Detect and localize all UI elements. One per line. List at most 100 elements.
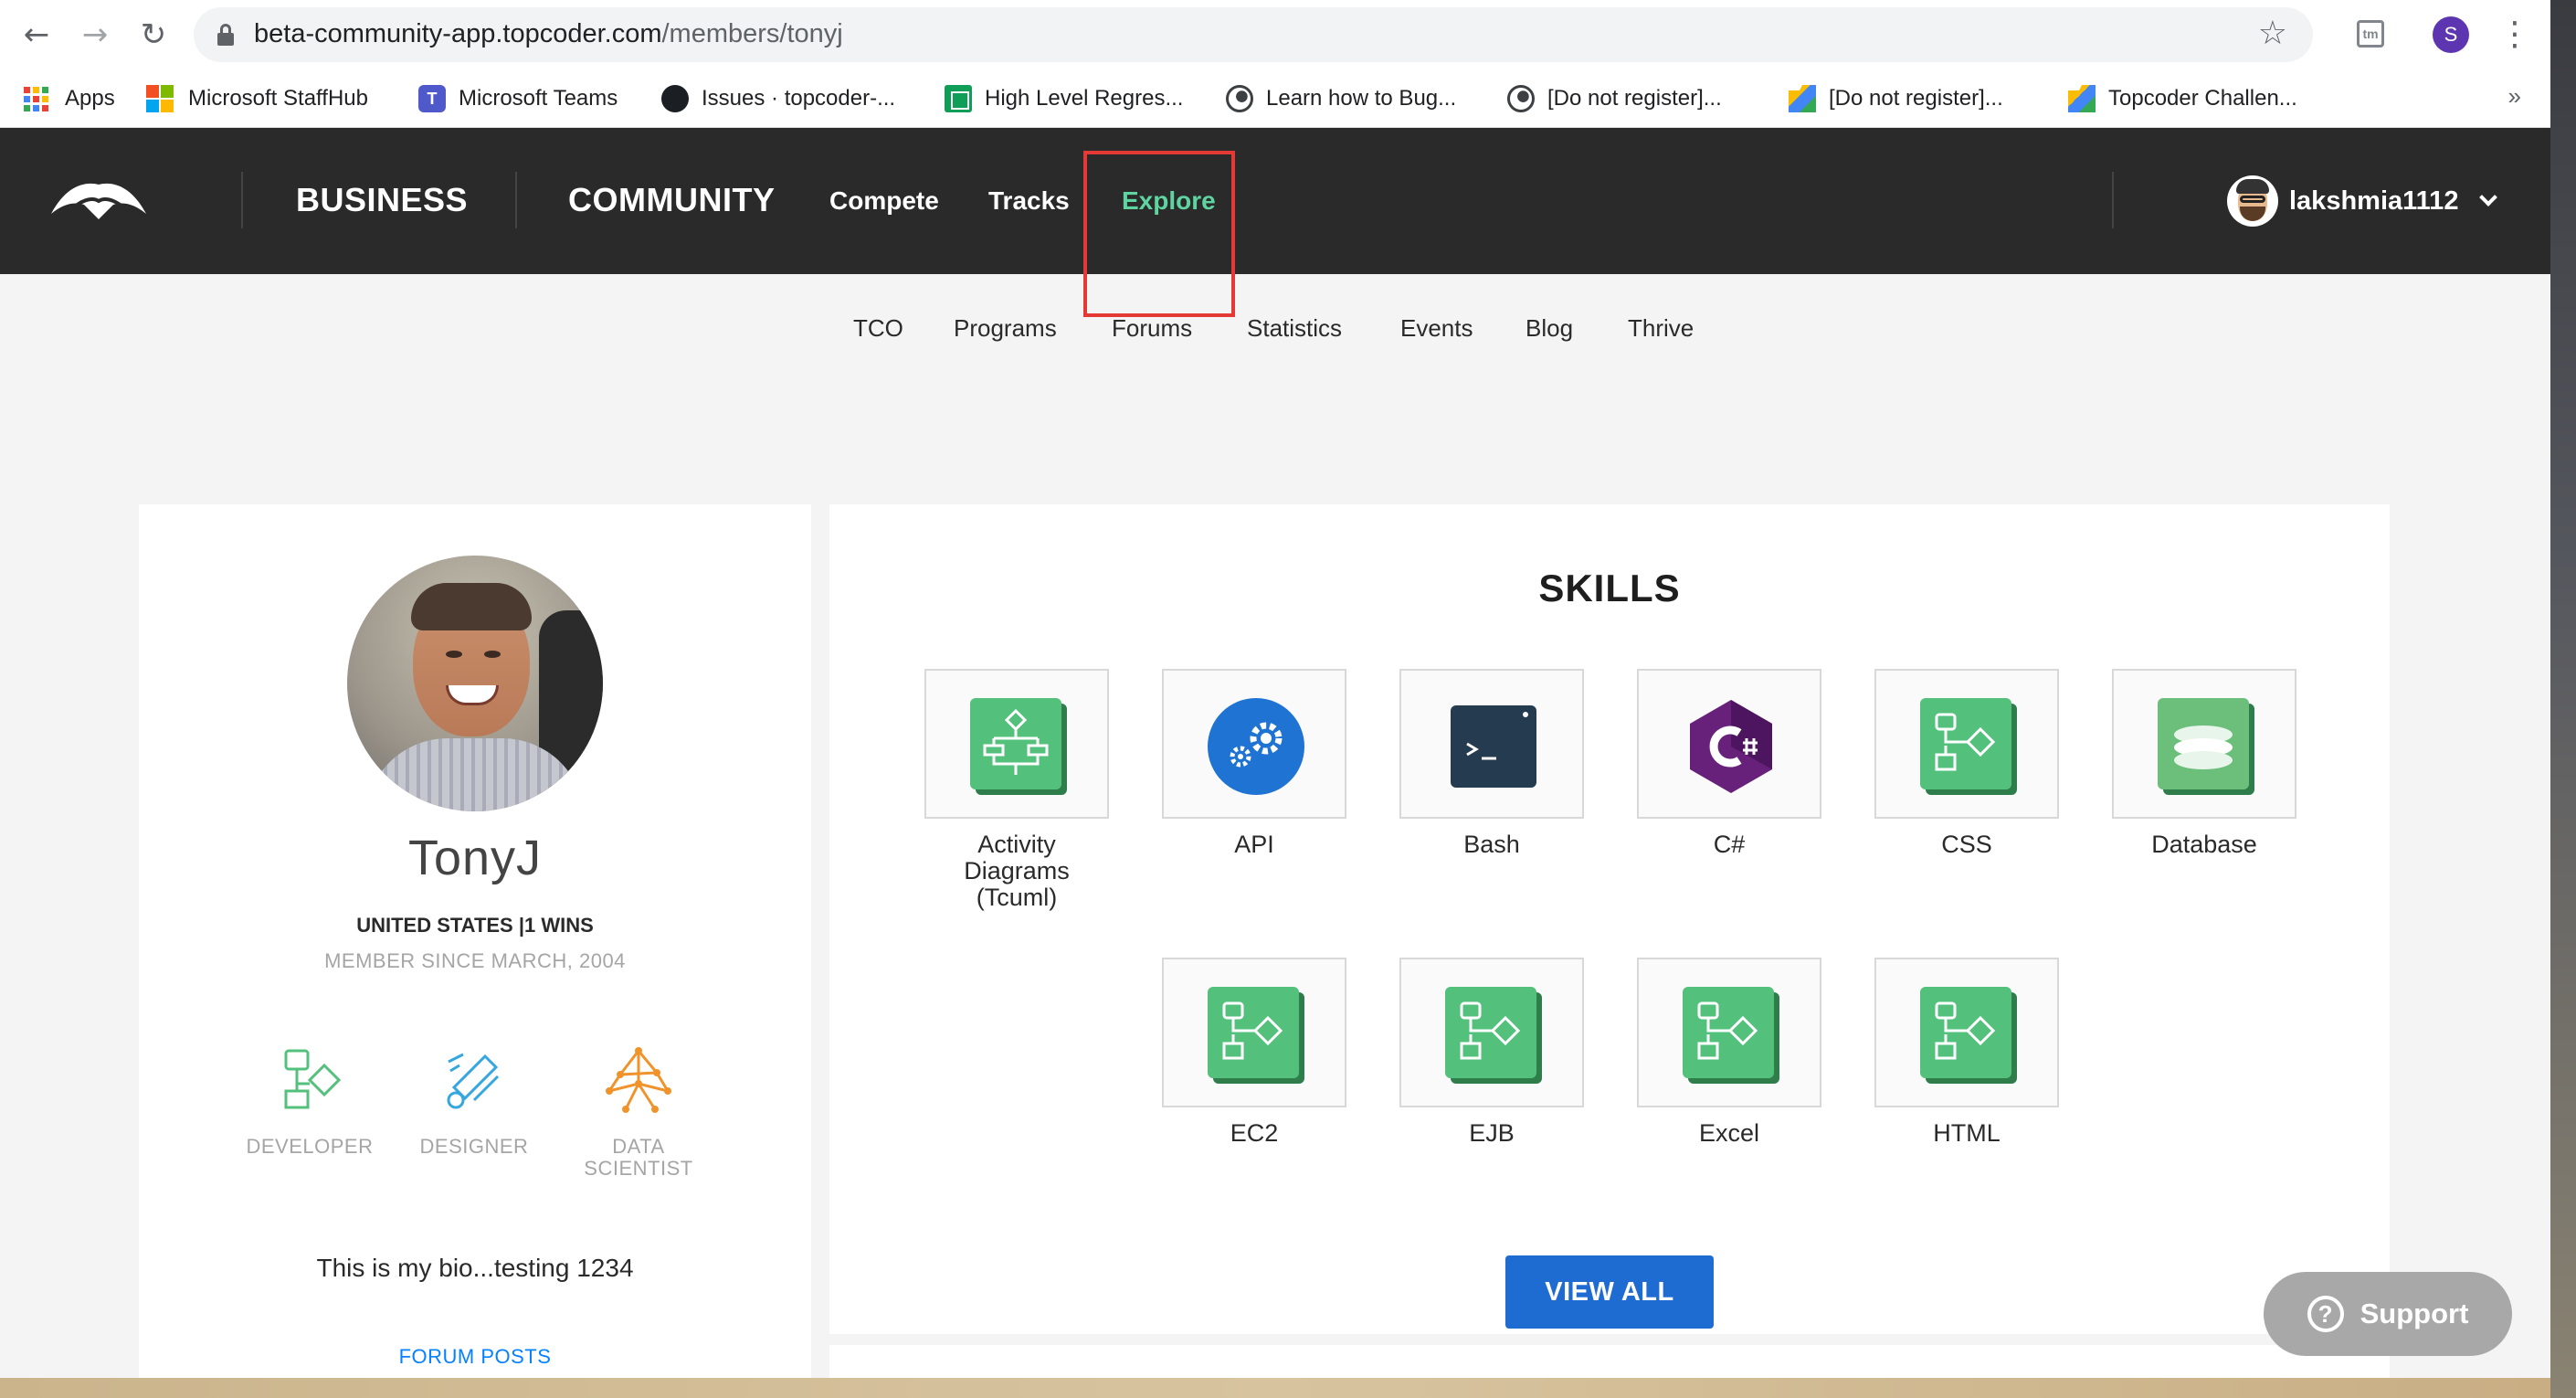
database-icon (2158, 698, 2254, 795)
header-divider (241, 172, 243, 228)
terminal-icon (1451, 705, 1536, 788)
track-data-scientist[interactable]: DATA SCIENTIST (570, 1043, 707, 1180)
bookmark-apps[interactable]: Apps (24, 69, 115, 128)
browser-menu-icon[interactable]: ⋮ (2498, 13, 2531, 57)
subnav-statistics[interactable]: Statistics (1247, 314, 1342, 343)
sheets-icon (945, 85, 972, 112)
skills-title: SKILLS (1538, 567, 1681, 609)
skill-ec2[interactable]: EC2 (1162, 958, 1346, 1147)
address-bar[interactable]: beta-community-app.topcoder.com/members/… (194, 7, 2313, 62)
api-gears-icon (1208, 698, 1304, 795)
generic-skill-icon (1920, 987, 2017, 1084)
bookmark-topcoder-challenges[interactable]: Topcoder Challen... (2068, 69, 2297, 128)
bookmark-do-not-register-1[interactable]: [Do not register]... (1507, 69, 1722, 128)
url-text[interactable]: beta-community-app.topcoder.com/members/… (254, 19, 843, 49)
forum-posts-link[interactable]: FORUM POSTS (139, 1345, 811, 1369)
track-designer[interactable]: DESIGNER (406, 1043, 543, 1158)
user-avatar (2227, 175, 2278, 227)
nav-business[interactable]: BUSINESS (296, 181, 468, 219)
csharp-icon (1690, 700, 1772, 793)
next-card (829, 1345, 2390, 1378)
bookmark-staffhub[interactable]: Microsoft StaffHub (146, 69, 368, 128)
generic-skill-icon (1208, 987, 1304, 1084)
track-label: DATA SCIENTIST (584, 1135, 693, 1180)
subnav-events[interactable]: Events (1400, 314, 1473, 343)
browser-toolbar: ← → ↻ beta-community-app.topcoder.com/me… (0, 0, 2550, 69)
lock-icon (217, 24, 234, 46)
member-photo (347, 556, 603, 811)
member-since: MEMBER SINCE MARCH, 2004 (324, 949, 626, 972)
skill-label: EC2 (1230, 1119, 1279, 1147)
member-country-wins: UNITED STATES |1 WINS (356, 914, 594, 937)
subnav-programs[interactable]: Programs (954, 314, 1057, 343)
drive-folder-icon (1789, 85, 1816, 112)
generic-skill-icon (1683, 987, 1779, 1084)
member-handle: TonyJ (407, 831, 543, 885)
header-divider (515, 172, 517, 228)
nav-community[interactable]: COMMUNITY (568, 181, 775, 219)
skill-html[interactable]: HTML (1874, 958, 2059, 1147)
subnav-tco[interactable]: TCO (853, 314, 903, 343)
globe-icon (1226, 85, 1253, 112)
member-bio: This is my bio...testing 1234 (316, 1254, 634, 1282)
browser-profile-avatar[interactable]: S (2433, 16, 2469, 53)
skill-label: API (1234, 831, 1274, 858)
designer-icon (447, 1053, 500, 1109)
highlight-annotation (1083, 151, 1235, 317)
subnav-blog[interactable]: Blog (1526, 314, 1573, 343)
support-button[interactable]: ? Support (2264, 1272, 2512, 1356)
skill-label: Bash (1463, 831, 1520, 858)
subnav-thrive[interactable]: Thrive (1628, 314, 1694, 343)
skill-api[interactable]: API (1162, 669, 1346, 858)
globe-icon (1507, 85, 1535, 112)
developer-icon (284, 1049, 342, 1109)
microsoft-logo-icon (146, 85, 174, 112)
bookmark-regression[interactable]: High Level Regres... (945, 69, 1183, 128)
drive-folder-icon (2068, 85, 2096, 112)
bookmark-star-icon[interactable]: ☆ (2258, 15, 2287, 52)
teams-icon: T (418, 85, 446, 112)
generic-skill-icon (1920, 698, 2017, 795)
bookmark-issues[interactable]: Issues · topcoder-... (661, 69, 895, 128)
desktop-background-strip (2550, 0, 2576, 1398)
extension-icon[interactable]: tm (2357, 20, 2384, 48)
track-developer[interactable]: DEVELOPER (241, 1043, 378, 1158)
nav-tracks[interactable]: Tracks (988, 186, 1070, 216)
reload-icon[interactable]: ↻ (135, 16, 172, 53)
generic-skill-icon (1445, 987, 1542, 1084)
bookmark-do-not-register-2[interactable]: [Do not register]... (1789, 69, 2003, 128)
skill-bash[interactable]: Bash (1399, 669, 1584, 858)
skill-label: HTML (1933, 1119, 2001, 1147)
skill-label: Activity Diagrams (Tcuml) (964, 831, 1070, 911)
back-icon[interactable]: ← (18, 16, 55, 53)
bookmarks-overflow-icon[interactable]: » (2508, 82, 2521, 111)
username: lakshmia1112 (2289, 185, 2459, 216)
github-icon (661, 85, 689, 112)
help-icon: ? (2307, 1296, 2344, 1332)
profile-card: TonyJ UNITED STATES |1 WINS MEMBER SINCE… (139, 504, 811, 1378)
subnav-forums[interactable]: Forums (1112, 314, 1192, 343)
skill-label: Database (2151, 831, 2257, 858)
skill-csharp[interactable]: C# (1637, 669, 1821, 858)
skill-label: EJB (1469, 1119, 1515, 1147)
nav-compete[interactable]: Compete (829, 186, 939, 216)
skill-ejb[interactable]: EJB (1399, 958, 1584, 1147)
bookmark-teams[interactable]: T Microsoft Teams (418, 69, 618, 128)
bookmark-learn-bug[interactable]: Learn how to Bug... (1226, 69, 1456, 128)
browser-window: ← → ↻ beta-community-app.topcoder.com/me… (0, 0, 2550, 1378)
skill-label: C# (1713, 831, 1746, 858)
topcoder-logo-icon[interactable] (48, 177, 150, 225)
bookmarks-bar: Apps Microsoft StaffHub T Microsoft Team… (0, 69, 2550, 128)
forward-icon[interactable]: → (77, 16, 113, 53)
skill-label: Excel (1698, 1119, 1760, 1147)
skill-activity-diagrams[interactable]: Activity Diagrams (Tcuml) (924, 669, 1109, 911)
skill-database[interactable]: Database (2112, 669, 2296, 858)
skill-excel[interactable]: Excel (1637, 958, 1821, 1147)
activity-diagram-icon (970, 698, 1067, 795)
apps-grid-icon (24, 86, 48, 111)
skill-css[interactable]: CSS (1874, 669, 2059, 858)
user-menu[interactable]: lakshmia1112 (2227, 174, 2498, 228)
view-all-button[interactable]: VIEW ALL (1505, 1255, 1714, 1329)
skills-card: SKILLS Activity Diagrams (Tcuml) API Bas… (829, 504, 2390, 1334)
skill-label: CSS (1941, 831, 1992, 858)
